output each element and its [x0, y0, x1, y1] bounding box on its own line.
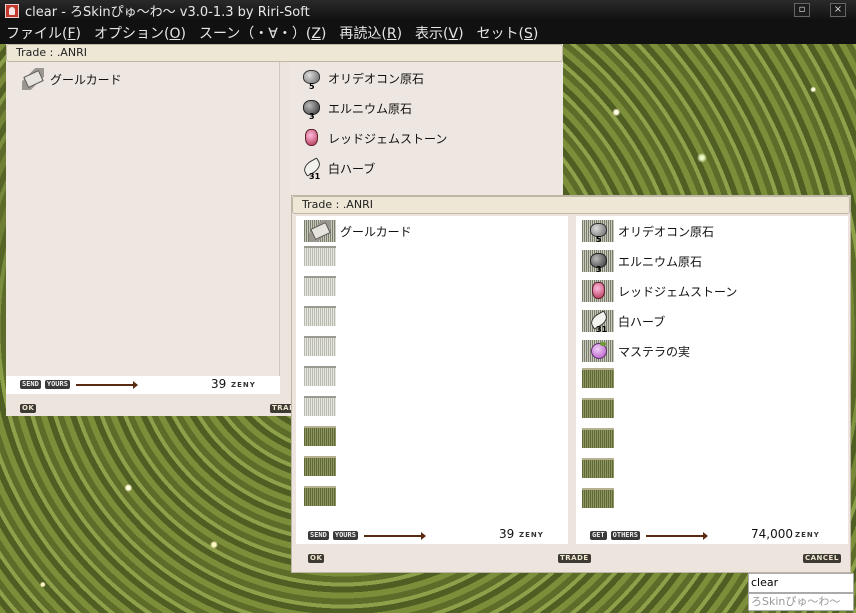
menu-options[interactable]: オプション(O) — [94, 23, 186, 43]
ore-icon: 3 — [582, 250, 614, 274]
ok-button[interactable]: OK — [20, 404, 37, 413]
others-label: OTHERS — [610, 531, 640, 540]
zeny-amount[interactable]: 39 — [211, 377, 226, 391]
item-name: オリデオコン原石 — [618, 224, 715, 239]
cancel-button[interactable]: CANCEL — [803, 554, 841, 563]
close-button[interactable]: × — [830, 3, 846, 17]
empty-slot — [582, 458, 614, 478]
ore-icon: 3 — [300, 97, 322, 121]
menu-file[interactable]: ファイル(F) — [6, 23, 81, 43]
get-label: GET — [590, 531, 607, 540]
list-item[interactable]: 31 白ハーブ — [300, 157, 376, 182]
fruit-icon — [582, 340, 614, 362]
menu-reload[interactable]: 再読込(R) — [339, 23, 402, 43]
ore-icon: 5 — [300, 67, 322, 91]
empty-slot — [304, 306, 336, 326]
yours-label: YOURS — [332, 531, 358, 540]
app-window: clear - ろSkinぴゅ～わ～ v3.0-1.3 by Riri-Soft… — [0, 0, 856, 613]
list-item[interactable]: 3 エルニウム原石 — [300, 97, 413, 121]
zeny-unit: ZENY — [795, 531, 820, 539]
item-name: レッドジェムストーン — [328, 131, 448, 146]
zeny-unit: ZENY — [231, 381, 256, 389]
restore-button[interactable]: ▫ — [794, 3, 810, 17]
empty-slot — [304, 276, 336, 296]
app-icon — [5, 3, 19, 18]
zeny-amount: 74,000 — [751, 527, 793, 541]
empty-slot — [582, 488, 614, 508]
my-items-panel: グールカード — [6, 62, 280, 392]
menu-soon[interactable]: スーン（・∀・）(Z) — [199, 23, 326, 43]
trade-window-title[interactable]: Trade : .ANRI — [6, 44, 563, 62]
herb-icon: 31 — [300, 157, 322, 181]
menu-view[interactable]: 表示(V) — [415, 23, 464, 43]
gem-icon — [582, 280, 614, 302]
empty-slot — [304, 396, 336, 416]
ok-button[interactable]: OK — [308, 554, 325, 563]
empty-slot — [582, 398, 614, 418]
item-name: マステラの実 — [618, 344, 691, 359]
yours-label: YOURS — [44, 380, 70, 389]
item-name: レッドジェムストーン — [618, 284, 738, 299]
list-item[interactable]: 3 エルニウム原石 — [582, 250, 703, 274]
empty-slot — [582, 368, 614, 388]
gem-icon — [300, 127, 322, 149]
list-item[interactable]: 5 オリデオコン原石 — [582, 220, 715, 244]
my-items-panel: グールカード — [296, 216, 568, 544]
item-name: 白ハーブ — [618, 314, 666, 329]
window-title: clear - ろSkinぴゅ～わ～ v3.0-1.3 by Riri-Soft — [25, 5, 310, 20]
chat-input[interactable]: clear — [748, 573, 854, 593]
herb-icon: 31 — [582, 310, 614, 334]
list-item[interactable]: グールカード — [22, 68, 122, 90]
trade-button[interactable]: TRADE — [558, 554, 591, 563]
arrow-icon — [75, 380, 138, 389]
title-bar: clear - ろSkinぴゅ～わ～ v3.0-1.3 by Riri-Soft… — [0, 0, 856, 21]
list-item[interactable]: 5 オリデオコン原石 — [300, 67, 425, 91]
empty-slot — [304, 336, 336, 356]
trade-window-front: Trade : .ANRI グールカード 5 オリデオコン原石 3 エルニウム原… — [291, 195, 851, 573]
empty-slot — [582, 428, 614, 448]
list-item[interactable]: 31 白ハーブ — [582, 310, 666, 334]
empty-slot — [304, 486, 336, 506]
arrow-icon — [645, 531, 708, 540]
ore-icon: 5 — [582, 220, 614, 244]
send-label: SEND — [20, 380, 41, 389]
card-icon — [22, 68, 44, 90]
zeny-amount[interactable]: 39 — [499, 527, 514, 541]
trade-window-title[interactable]: Trade : .ANRI — [292, 196, 850, 214]
item-name: グールカード — [50, 72, 122, 87]
empty-slot — [304, 246, 336, 266]
zeny-unit: ZENY — [519, 531, 544, 539]
arrow-icon — [363, 531, 426, 540]
send-zeny-row: SEND YOURS 39 ZENY — [296, 526, 568, 544]
item-name: 白ハーブ — [328, 161, 376, 176]
send-label: SEND — [308, 531, 329, 540]
menu-bar: ファイル(F) オプション(O) スーン（・∀・）(Z) 再読込(R) 表示(V… — [0, 21, 856, 44]
empty-slot — [304, 366, 336, 386]
list-item[interactable]: グールカード — [304, 220, 412, 242]
item-name: エルニウム原石 — [618, 254, 703, 269]
skin-label: ろSkinぴゅ～わ～ — [748, 593, 854, 611]
list-item[interactable]: レッドジェムストーン — [582, 280, 737, 302]
get-zeny-row: GET OTHERS 74,000 ZENY — [576, 526, 848, 544]
list-item[interactable]: マステラの実 — [582, 340, 690, 362]
item-name: エルニウム原石 — [328, 101, 413, 116]
empty-slot — [304, 426, 336, 446]
list-item[interactable]: レッドジェムストーン — [300, 127, 447, 149]
card-icon — [304, 220, 336, 242]
menu-set[interactable]: セット(S) — [477, 23, 539, 43]
item-name: グールカード — [340, 224, 412, 239]
send-zeny-row: SEND YOURS 39 ZENY — [6, 376, 280, 394]
their-items-panel: 5 オリデオコン原石 3 エルニウム原石 レッドジェムストーン 31 白ハーブ … — [576, 216, 848, 544]
item-name: オリデオコン原石 — [328, 71, 425, 86]
empty-slot — [304, 456, 336, 476]
